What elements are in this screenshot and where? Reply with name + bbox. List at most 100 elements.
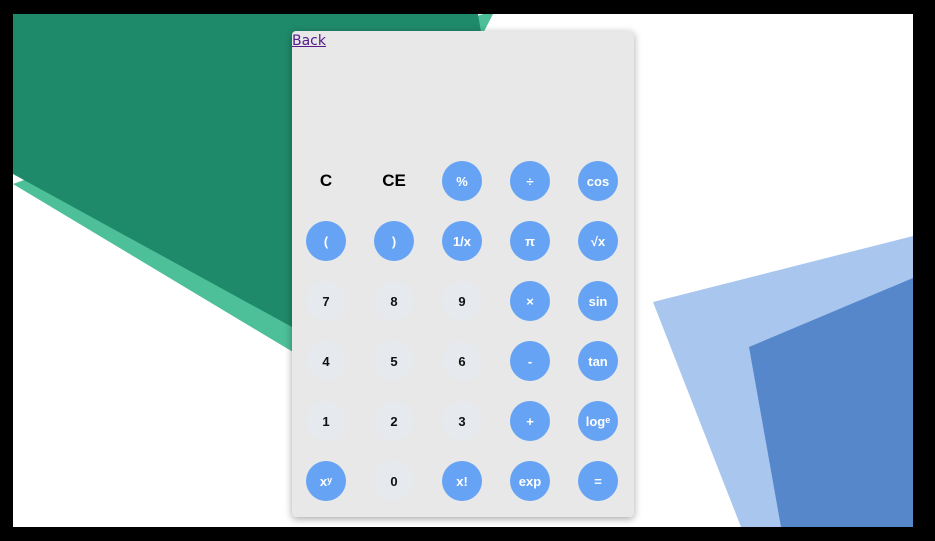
page-viewport: Back C CE% ÷ cos () 1/x π √x 7 8 9 × sin 4 5 6 - tan 1 2 3 + l… xyxy=(13,14,913,527)
key-label: x! xyxy=(456,473,468,489)
key-label: 9 xyxy=(458,293,466,309)
keypad-cell: 1/x xyxy=(428,211,496,271)
keypad-cell: xy xyxy=(292,451,360,511)
key-label: 1 xyxy=(322,413,330,429)
key-c-button[interactable]: C xyxy=(306,161,346,201)
key-ce-button[interactable]: CE xyxy=(374,161,414,201)
key-label: 8 xyxy=(390,293,398,309)
key-6-button[interactable]: 6 xyxy=(442,341,482,381)
key-label: π xyxy=(525,233,535,249)
keypad-cell: 5 xyxy=(360,331,428,391)
key-r4c3-button[interactable]: + xyxy=(510,401,550,441)
key-label: 5 xyxy=(390,353,398,369)
key-r2c3-button[interactable]: × xyxy=(510,281,550,321)
key-label: tan xyxy=(588,353,608,369)
key-label: + xyxy=(526,413,534,429)
key-r5c4-button[interactable]: = xyxy=(578,461,618,501)
key-5-button[interactable]: 5 xyxy=(374,341,414,381)
key-0-button[interactable]: 0 xyxy=(374,461,414,501)
keypad-row: 1 2 3 + log e xyxy=(292,391,634,451)
key-8-button[interactable]: 8 xyxy=(374,281,414,321)
keypad-cell: ( xyxy=(292,211,360,271)
key-label: cos xyxy=(586,173,610,189)
key-r1c3-button[interactable]: π xyxy=(510,221,550,261)
key-r3c3-button[interactable]: - xyxy=(510,341,550,381)
keypad-cell: sin xyxy=(564,271,632,331)
key-sin-button[interactable]: sin xyxy=(578,281,618,321)
key-x-button[interactable]: xy xyxy=(306,461,346,501)
key-label: = xyxy=(594,473,602,489)
key-label: ( xyxy=(323,233,329,249)
keypad-cell: 7 xyxy=(292,271,360,331)
key-r1c0-button[interactable]: ( xyxy=(306,221,346,261)
keypad-cell: ÷ xyxy=(496,151,564,211)
key-label: ÷ xyxy=(526,173,534,189)
keypad-cell: 2 xyxy=(360,391,428,451)
keypad-cell: x! xyxy=(428,451,496,511)
key-cos-button[interactable]: cos xyxy=(578,161,618,201)
keypad: C CE% ÷ cos () 1/x π √x 7 8 9 × sin 4 5 6 - tan 1 2 3 + log e x y… xyxy=(292,151,634,511)
key-log-button[interactable]: log e xyxy=(578,401,618,441)
key-label: log xyxy=(585,413,606,429)
key-label: 3 xyxy=(458,413,466,429)
back-link[interactable]: Back xyxy=(292,33,326,49)
key-7-button[interactable]: 7 xyxy=(306,281,346,321)
keypad-cell: = xyxy=(564,451,632,511)
keypad-cell: % xyxy=(428,151,496,211)
keypad-cell: C xyxy=(292,151,360,211)
keypad-cell: × xyxy=(496,271,564,331)
key-label: % xyxy=(456,173,468,189)
key-label: sin xyxy=(588,293,608,309)
key-label: 7 xyxy=(322,293,330,309)
key-r1c1-button[interactable]: ) xyxy=(374,221,414,261)
key-label: 4 xyxy=(322,353,330,369)
keypad-cell: CE xyxy=(360,151,428,211)
keypad-cell: - xyxy=(496,331,564,391)
keypad-cell: 1 xyxy=(292,391,360,451)
keypad-row: 7 8 9 × sin xyxy=(292,271,634,331)
keypad-cell: 6 xyxy=(428,331,496,391)
key-superscript: e xyxy=(605,415,611,425)
key-label: exp xyxy=(518,473,542,489)
keypad-cell: tan xyxy=(564,331,632,391)
keypad-cell: 8 xyxy=(360,271,428,331)
keypad-row: 4 5 6 - tan xyxy=(292,331,634,391)
keypad-cell: log e xyxy=(564,391,632,451)
keypad-row: C CE% ÷ cos xyxy=(292,151,634,211)
keypad-cell: cos xyxy=(564,151,632,211)
keypad-cell: + xyxy=(496,391,564,451)
keypad-cell: exp xyxy=(496,451,564,511)
key-9-button[interactable]: 9 xyxy=(442,281,482,321)
key-label: ) xyxy=(391,233,397,249)
key-label: 2 xyxy=(390,413,398,429)
key-r0c2-button[interactable]: % xyxy=(442,161,482,201)
key-label: 1/x xyxy=(452,233,472,249)
key-label: 6 xyxy=(458,353,466,369)
key-label: C xyxy=(319,171,333,190)
calculator-panel: Back C CE% ÷ cos () 1/x π √x 7 8 9 × sin 4 5 6 - tan 1 2 3 + l… xyxy=(292,31,634,517)
keypad-cell: 0 xyxy=(360,451,428,511)
key-2-button[interactable]: 2 xyxy=(374,401,414,441)
key-label: x xyxy=(319,473,328,489)
calculator-display xyxy=(302,57,624,137)
keypad-cell: 9 xyxy=(428,271,496,331)
key-label: - xyxy=(527,353,533,369)
keypad-cell: √x xyxy=(564,211,632,271)
keypad-cell: ) xyxy=(360,211,428,271)
key-3-button[interactable]: 3 xyxy=(442,401,482,441)
key-exp-button[interactable]: exp xyxy=(510,461,550,501)
key-label: × xyxy=(526,293,534,309)
keypad-cell: π xyxy=(496,211,564,271)
keypad-row: x y 0 x! exp = xyxy=(292,451,634,511)
keypad-cell: 4 xyxy=(292,331,360,391)
keypad-row: () 1/x π √x xyxy=(292,211,634,271)
key-label: √x xyxy=(590,233,606,249)
key-1-button[interactable]: 1 xyxy=(306,401,346,441)
keypad-cell: 3 xyxy=(428,391,496,451)
key-x-button[interactable]: x! xyxy=(442,461,482,501)
key-4-button[interactable]: 4 xyxy=(306,341,346,381)
key-r0c3-button[interactable]: ÷ xyxy=(510,161,550,201)
key-x-button[interactable]: √x xyxy=(578,221,618,261)
key-tan-button[interactable]: tan xyxy=(578,341,618,381)
key-1-x-button[interactable]: 1/x xyxy=(442,221,482,261)
